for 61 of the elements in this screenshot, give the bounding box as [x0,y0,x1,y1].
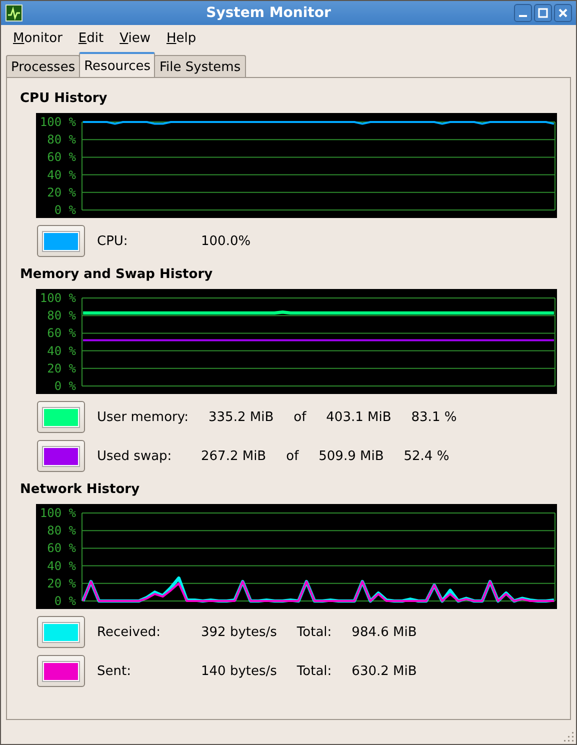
resize-grip-icon[interactable] [562,730,574,742]
legend-value: 267.2 MiB [201,448,266,464]
color-button[interactable] [37,616,85,648]
y-tick-label: 0 % [54,379,77,393]
legend-value: 335.2 MiB [208,410,274,424]
minimize-button[interactable] [514,4,532,22]
y-tick-label: 100 % [40,291,77,305]
y-tick-label: 0 % [54,203,77,217]
legend-value: 140 bytes/s [201,664,277,678]
y-tick-label: 100 % [40,506,77,520]
legend-value: of [286,448,299,464]
menu-item[interactable]: Help [158,29,204,49]
legend-value: of [294,410,306,424]
close-icon [557,7,569,19]
y-tick-label: 20 % [47,185,77,200]
legend-label: Received: [97,624,162,640]
legend-value: 403.1 MiB [326,410,392,424]
y-tick-label: 80 % [47,132,77,147]
y-tick-label: 40 % [47,168,77,182]
monitor-app-icon [5,4,23,22]
section-heading: Network History [20,482,141,497]
legend-value: Total: [296,624,332,640]
y-tick-label: 80 % [47,308,77,323]
color-button[interactable] [37,225,85,257]
menu-item[interactable]: Edit [70,29,112,49]
legend-label: CPU: [97,234,129,248]
maximize-icon [537,7,549,19]
y-tick-label: 100 % [40,115,77,129]
legend-value: 630.2 MiB [352,664,417,678]
minimize-icon [519,15,527,17]
maximize-button[interactable] [534,4,552,22]
color-button[interactable] [37,655,85,687]
section-heading: CPU History [20,91,108,106]
menu-item[interactable]: Monitor [5,29,70,49]
tab[interactable]: Processes [6,55,80,77]
section-heading: Memory and Swap History [20,267,214,282]
color-button[interactable] [37,401,85,433]
legend-value: 984.6 MiB [352,624,417,640]
y-tick-label: 20 % [47,361,77,376]
legend-value: 509.9 MiB [318,448,384,464]
y-tick-label: 40 % [47,344,77,358]
legend-label: Used swap: [97,448,173,464]
legend-value: 52.4 % [404,448,450,464]
y-tick-label: 60 % [47,150,77,164]
window-title: System Monitor [205,5,332,21]
color-button[interactable] [37,440,85,472]
legend-value: Total: [296,664,332,678]
y-tick-label: 80 % [47,524,77,538]
legend-value: 83.1 % [411,410,457,424]
y-tick-label: 60 % [47,326,77,340]
menu-item[interactable]: View [112,29,158,49]
legend-label: Sent: [97,664,132,678]
close-button[interactable] [554,4,572,22]
legend-label: User memory: [97,410,189,424]
y-tick-label: 20 % [47,576,77,590]
y-tick-label: 60 % [47,541,77,556]
tab[interactable]: File Systems [154,55,246,77]
y-tick-label: 40 % [47,558,77,573]
legend-value: 392 bytes/s [201,624,277,640]
legend-value: 100.0% [201,234,251,248]
y-tick-label: 0 % [54,594,77,608]
